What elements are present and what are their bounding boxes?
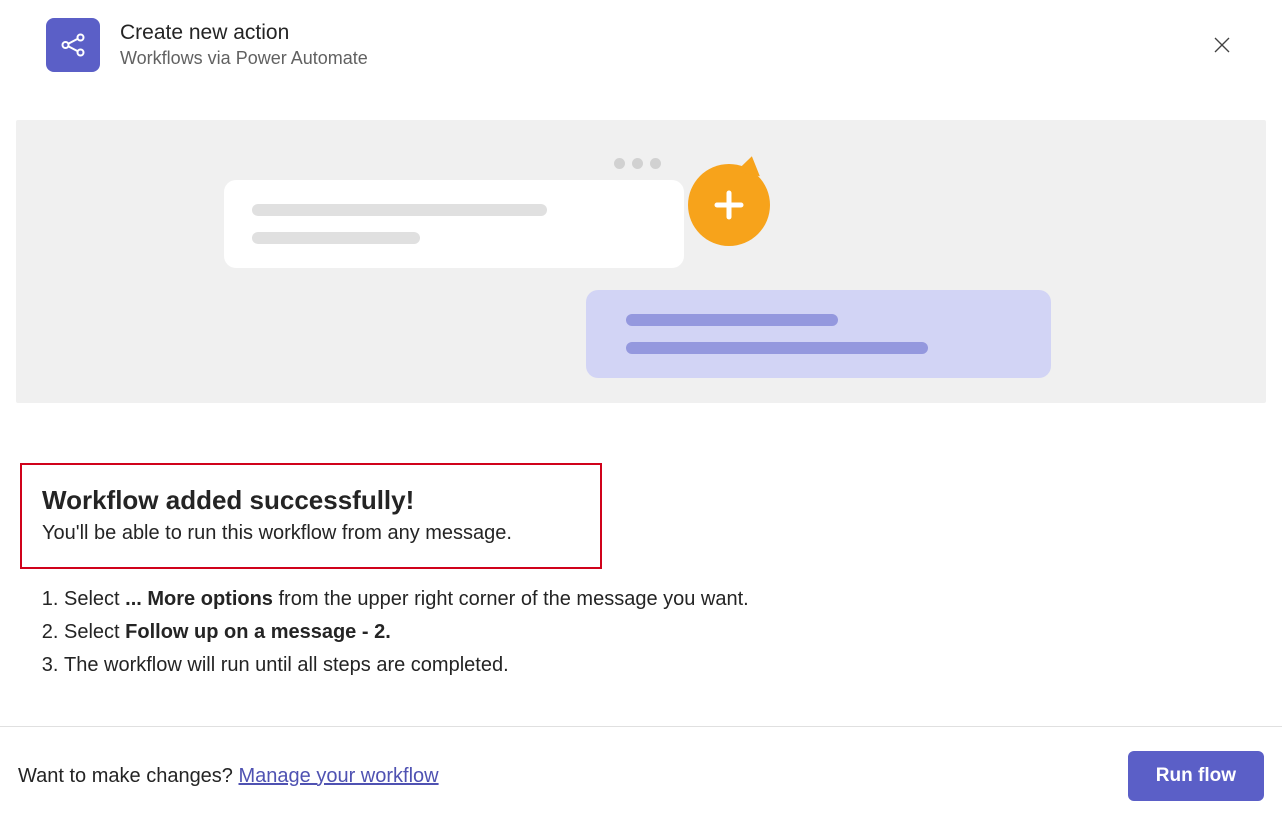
- dialog-title: Create new action: [120, 19, 1188, 46]
- success-subtitle: You'll be able to run this workflow from…: [42, 522, 580, 545]
- dialog-header: Create new action Workflows via Power Au…: [0, 0, 1282, 90]
- content-area: Workflow added successfully! You'll be a…: [0, 403, 1282, 683]
- success-title: Workflow added successfully!: [42, 485, 580, 516]
- illustration-bubble-outgoing: [586, 290, 1051, 378]
- instruction-steps: Select ... More options from the upper r…: [20, 583, 1262, 683]
- hero-illustration: [16, 120, 1266, 403]
- workflow-app-icon: [46, 18, 100, 72]
- step-2: Select Follow up on a message - 2.: [64, 616, 1262, 649]
- dialog-footer: Want to make changes? Manage your workfl…: [0, 726, 1282, 813]
- run-flow-button[interactable]: Run flow: [1128, 751, 1264, 801]
- close-button[interactable]: [1208, 31, 1236, 59]
- manage-workflow-link[interactable]: Manage your workflow: [239, 765, 439, 787]
- dialog-subtitle: Workflows via Power Automate: [120, 46, 1188, 71]
- step-1: Select ... More options from the upper r…: [64, 583, 1262, 616]
- success-highlight-box: Workflow added successfully! You'll be a…: [20, 463, 602, 569]
- step-3: The workflow will run until all steps ar…: [64, 649, 1262, 682]
- close-icon: [1212, 35, 1232, 55]
- header-text: Create new action Workflows via Power Au…: [120, 19, 1188, 71]
- plus-badge-icon: [688, 164, 770, 246]
- illustration-bubble-incoming: [224, 180, 684, 268]
- footer-prompt: Want to make changes? Manage your workfl…: [18, 765, 439, 788]
- ellipsis-icon: [614, 158, 661, 169]
